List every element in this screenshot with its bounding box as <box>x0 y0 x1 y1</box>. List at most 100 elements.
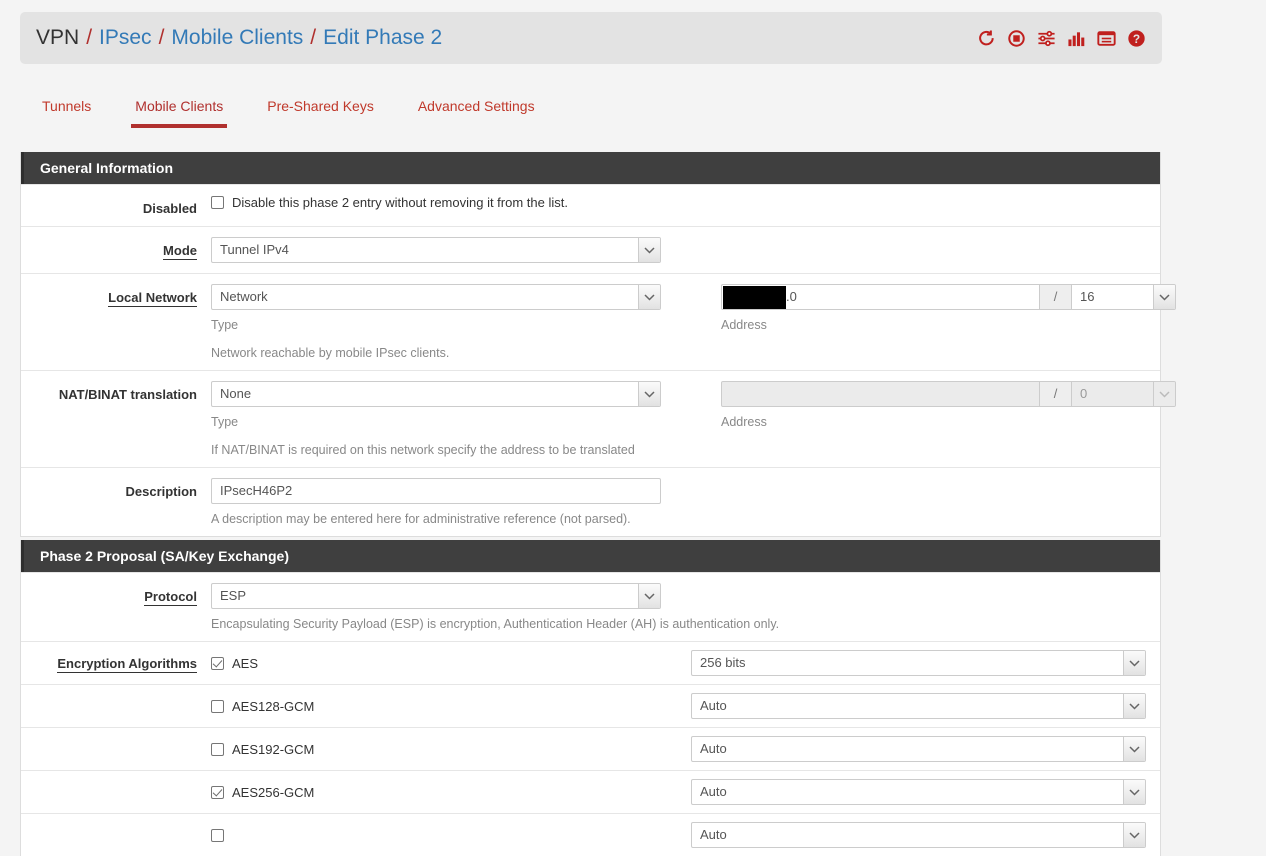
encryption-next-keylen-select[interactable]: Auto <box>691 822 1146 848</box>
breadcrumb-item-mobile-clients[interactable]: Mobile Clients <box>171 26 303 50</box>
nat-binat-type-select[interactable]: None <box>211 381 661 407</box>
protocol-value: ESP <box>220 588 247 603</box>
label-disabled: Disabled <box>142 201 197 216</box>
local-network-address-group: .0 / 16 <box>721 284 1176 310</box>
chevron-down-icon <box>1123 694 1145 718</box>
local-network-address-column: .0 / 16 Address <box>721 284 1176 332</box>
chevron-down-icon <box>1123 737 1145 761</box>
chevron-down-icon <box>638 584 660 608</box>
breadcrumb-separator: / <box>158 26 165 49</box>
help-icon[interactable]: ? <box>1127 29 1146 48</box>
local-network-address-value: .0 <box>786 289 797 304</box>
description-value: IPsecH46P2 <box>220 483 293 498</box>
local-network-address-caption: Address <box>721 318 767 332</box>
label-mode: Mode <box>163 243 197 260</box>
tab-label: Mobile Clients <box>135 98 224 114</box>
disable-phase2-checkbox[interactable] <box>211 196 224 209</box>
encryption-aes256gcm-label: AES256-GCM <box>232 784 315 800</box>
local-network-cidr-select[interactable]: 16 <box>1072 284 1176 310</box>
chevron-down-icon <box>1123 823 1145 847</box>
local-network-note: Network reachable by mobile IPsec client… <box>211 346 450 360</box>
encryption-aes128gcm-label: AES128-GCM <box>232 698 315 714</box>
tab-mobile-clients[interactable]: Mobile Clients <box>113 88 245 128</box>
tab-pre-shared-keys[interactable]: Pre-Shared Keys <box>245 88 396 128</box>
cidr-separator: / <box>1040 284 1072 310</box>
breadcrumb-root: VPN <box>36 26 80 49</box>
breadcrumb-actions: ? <box>977 29 1146 48</box>
chevron-down-icon <box>638 238 660 262</box>
label-protocol: Protocol <box>144 589 197 606</box>
description-note: A description may be entered here for ad… <box>211 512 631 526</box>
label-description: Description <box>125 484 197 499</box>
protocol-select[interactable]: ESP <box>211 583 661 609</box>
sliders-icon[interactable] <box>1037 29 1056 48</box>
row-mode: Mode Tunnel IPv4 <box>21 226 1160 273</box>
tab-bar: Tunnels Mobile Clients Pre-Shared Keys A… <box>20 88 1162 128</box>
encryption-aes256gcm-keylen-select[interactable]: Auto <box>691 779 1146 805</box>
row-nat-binat: NAT/BINAT translation None Type If NAT/B… <box>21 370 1176 467</box>
encryption-aes-checkbox-row[interactable]: AES <box>211 656 258 671</box>
breadcrumb-item-ipsec[interactable]: IPsec <box>99 26 152 50</box>
bar-chart-icon[interactable] <box>1067 29 1086 48</box>
local-network-type-value: Network <box>220 289 268 304</box>
nat-binat-address-caption: Address <box>721 415 767 429</box>
encryption-aes192gcm-keylen-value: Auto <box>700 741 727 756</box>
row-encryption-aes192gcm: AES192-GCM Auto <box>21 727 1160 770</box>
phase2-proposal-heading: Phase 2 Proposal (SA/Key Exchange) <box>21 540 1160 572</box>
general-information-panel: General Information Disabled Disable thi… <box>20 152 1176 537</box>
disable-phase2-checkbox-row[interactable]: Disable this phase 2 entry without remov… <box>211 195 1152 210</box>
local-network-type-select[interactable]: Network <box>211 284 661 310</box>
svg-text:?: ? <box>1133 31 1140 45</box>
general-information-heading: General Information <box>21 152 1160 184</box>
encryption-aes192gcm-checkbox[interactable] <box>211 742 224 756</box>
encryption-next-checkbox-row[interactable] <box>211 828 232 842</box>
encryption-aes192gcm-label: AES192-GCM <box>232 741 315 757</box>
breadcrumb-separator: / <box>86 26 93 49</box>
tab-advanced-settings[interactable]: Advanced Settings <box>396 88 557 128</box>
chevron-down-icon <box>638 382 660 406</box>
row-description: Description IPsecH46P2 A description may… <box>21 467 1160 536</box>
row-encryption-aes256gcm: AES256-GCM Auto <box>21 770 1160 813</box>
local-network-address-input[interactable]: .0 <box>721 284 1040 310</box>
tab-tunnels[interactable]: Tunnels <box>20 88 113 128</box>
phase2-proposal-panel: Phase 2 Proposal (SA/Key Exchange) Proto… <box>20 540 1161 856</box>
encryption-aes256gcm-checkbox-row[interactable]: AES256-GCM <box>211 785 314 800</box>
chevron-down-icon <box>1153 382 1175 406</box>
encryption-aes-keylen-select[interactable]: 256 bits <box>691 650 1146 676</box>
encryption-aes192gcm-checkbox-row[interactable]: AES192-GCM <box>211 742 314 757</box>
encryption-aes128gcm-checkbox-row[interactable]: AES128-GCM <box>211 699 314 714</box>
encryption-aes192gcm-keylen-select[interactable]: Auto <box>691 736 1146 762</box>
encryption-aes128gcm-keylen-value: Auto <box>700 698 727 713</box>
stop-icon[interactable] <box>1007 29 1026 48</box>
refresh-icon[interactable] <box>977 29 996 48</box>
nat-binat-cidr-value: 0 <box>1080 386 1088 401</box>
encryption-aes128gcm-checkbox[interactable] <box>211 699 224 713</box>
nat-binat-cidr-select[interactable]: 0 <box>1072 381 1176 407</box>
breadcrumb-item-edit-phase-2[interactable]: Edit Phase 2 <box>323 26 442 50</box>
label-nat-binat: NAT/BINAT translation <box>58 387 197 402</box>
nat-binat-address-input[interactable] <box>721 381 1040 407</box>
row-encryption-next: Auto <box>21 813 1160 856</box>
cidr-separator: / <box>1040 381 1072 407</box>
chevron-down-icon <box>1123 651 1145 675</box>
nat-binat-address-column: / 0 Address <box>721 381 1176 429</box>
nat-binat-address-group: / 0 <box>721 381 1176 407</box>
redaction-box <box>723 286 786 309</box>
mode-select[interactable]: Tunnel IPv4 <box>211 237 661 263</box>
log-icon[interactable] <box>1097 29 1116 48</box>
encryption-aes-checkbox[interactable] <box>211 656 224 670</box>
label-local-network: Local Network <box>108 290 197 307</box>
encryption-aes128gcm-keylen-select[interactable]: Auto <box>691 693 1146 719</box>
chevron-down-icon <box>1153 285 1175 309</box>
chevron-down-icon <box>638 285 660 309</box>
encryption-aes256gcm-keylen-value: Auto <box>700 784 727 799</box>
breadcrumb-separator: / <box>310 26 317 49</box>
row-encryption-aes: Encryption Algorithms AES 256 bits <box>21 641 1160 684</box>
row-protocol: Protocol ESP Encapsulating Security Payl… <box>21 572 1160 641</box>
protocol-note: Encapsulating Security Payload (ESP) is … <box>211 617 780 631</box>
encryption-aes256gcm-checkbox[interactable] <box>211 785 224 799</box>
encryption-next-checkbox[interactable] <box>211 828 224 842</box>
row-encryption-aes128gcm: AES128-GCM Auto <box>21 684 1160 727</box>
row-local-network: Local Network Network Type Network reach… <box>21 273 1176 370</box>
description-input[interactable]: IPsecH46P2 <box>211 478 661 504</box>
